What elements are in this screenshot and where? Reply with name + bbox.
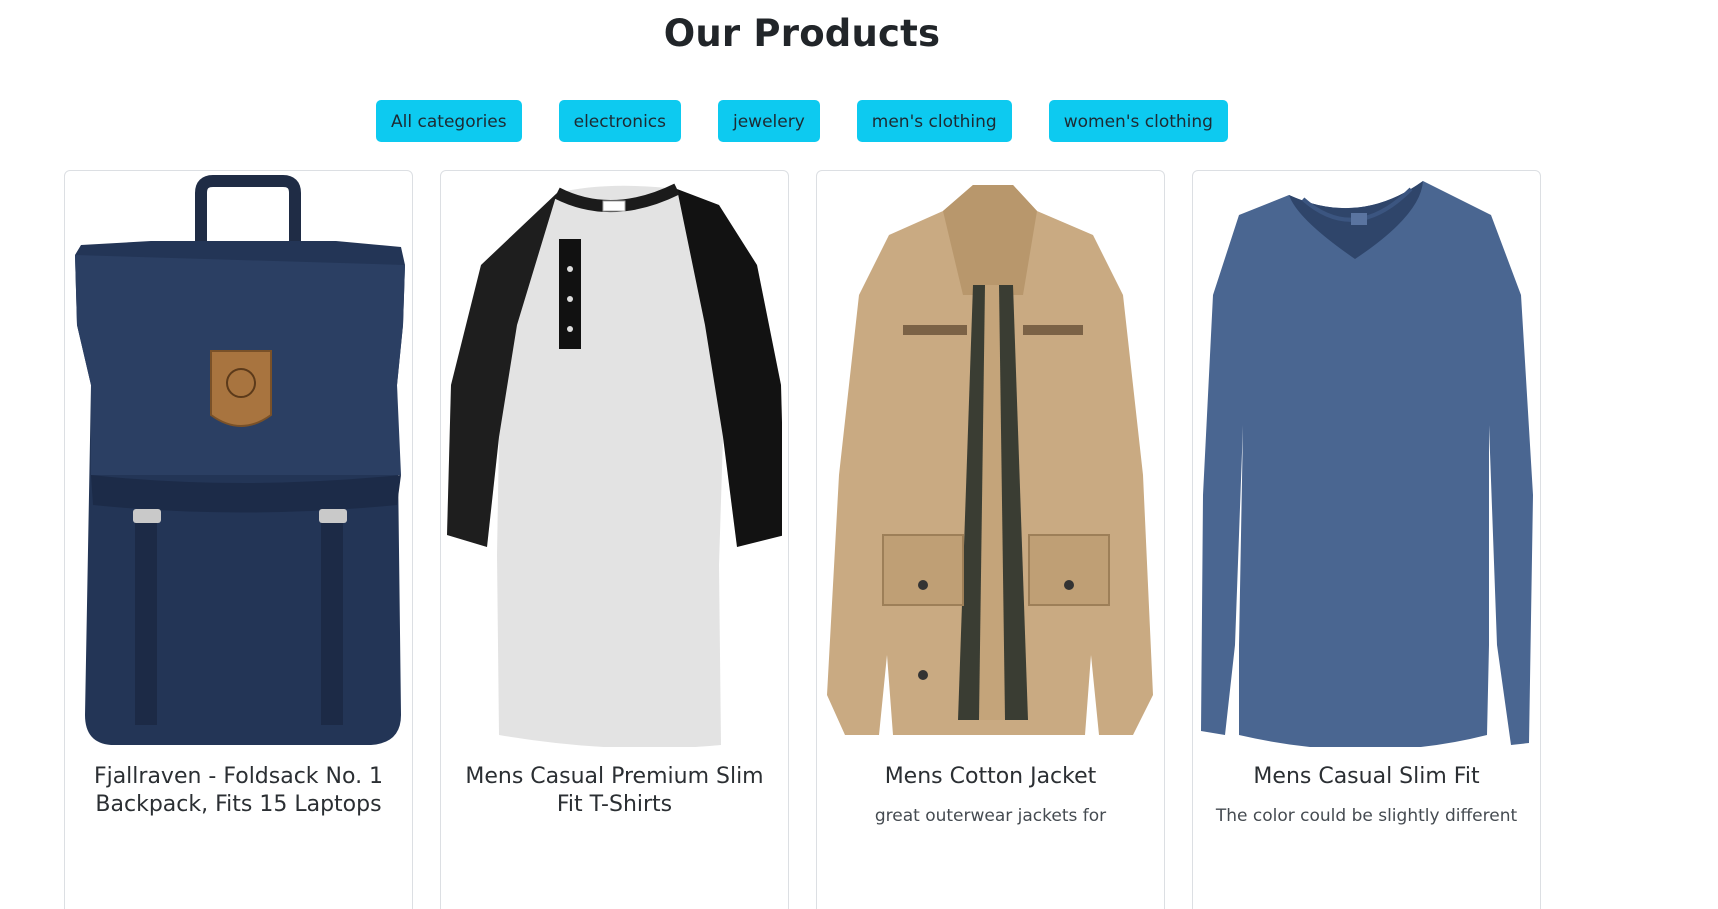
product-title[interactable]: Mens Casual Premium Slim Fit T-Shirts: [451, 763, 778, 819]
filter-all-categories-button[interactable]: All categories: [376, 100, 522, 142]
category-filter-bar: All categories electronics jewelery men'…: [0, 100, 1604, 142]
filter-jewelery-button[interactable]: jewelery: [718, 100, 820, 142]
product-card[interactable]: Mens Casual Premium Slim Fit T-Shirts: [440, 170, 789, 909]
product-description: great outerwear jackets for: [874, 806, 1107, 826]
product-card[interactable]: Mens Cotton Jacket great outerwear jacke…: [816, 170, 1165, 909]
backpack-icon[interactable]: [71, 175, 406, 747]
product-card[interactable]: Mens Casual Slim Fit The color could be …: [1192, 170, 1541, 909]
product-title[interactable]: Fjallraven - Foldsack No. 1 Backpack, Fi…: [75, 763, 402, 819]
product-title[interactable]: Mens Casual Slim Fit: [1203, 763, 1530, 791]
product-card[interactable]: Fjallraven - Foldsack No. 1 Backpack, Fi…: [64, 170, 413, 909]
long-sleeve-shirt-icon[interactable]: [1199, 175, 1534, 747]
filter-mens-clothing-button[interactable]: men's clothing: [856, 100, 1012, 142]
products-page: Our Products All categories electronics …: [0, 0, 1718, 909]
raglan-shirt-icon[interactable]: [447, 175, 782, 747]
product-description: The color could be slightly different: [1215, 806, 1518, 826]
filter-womens-clothing-button[interactable]: women's clothing: [1048, 100, 1228, 142]
product-title[interactable]: Mens Cotton Jacket: [827, 763, 1154, 791]
jacket-icon[interactable]: [823, 175, 1158, 747]
page-title: Our Products: [663, 12, 941, 55]
filter-electronics-button[interactable]: electronics: [558, 100, 681, 142]
